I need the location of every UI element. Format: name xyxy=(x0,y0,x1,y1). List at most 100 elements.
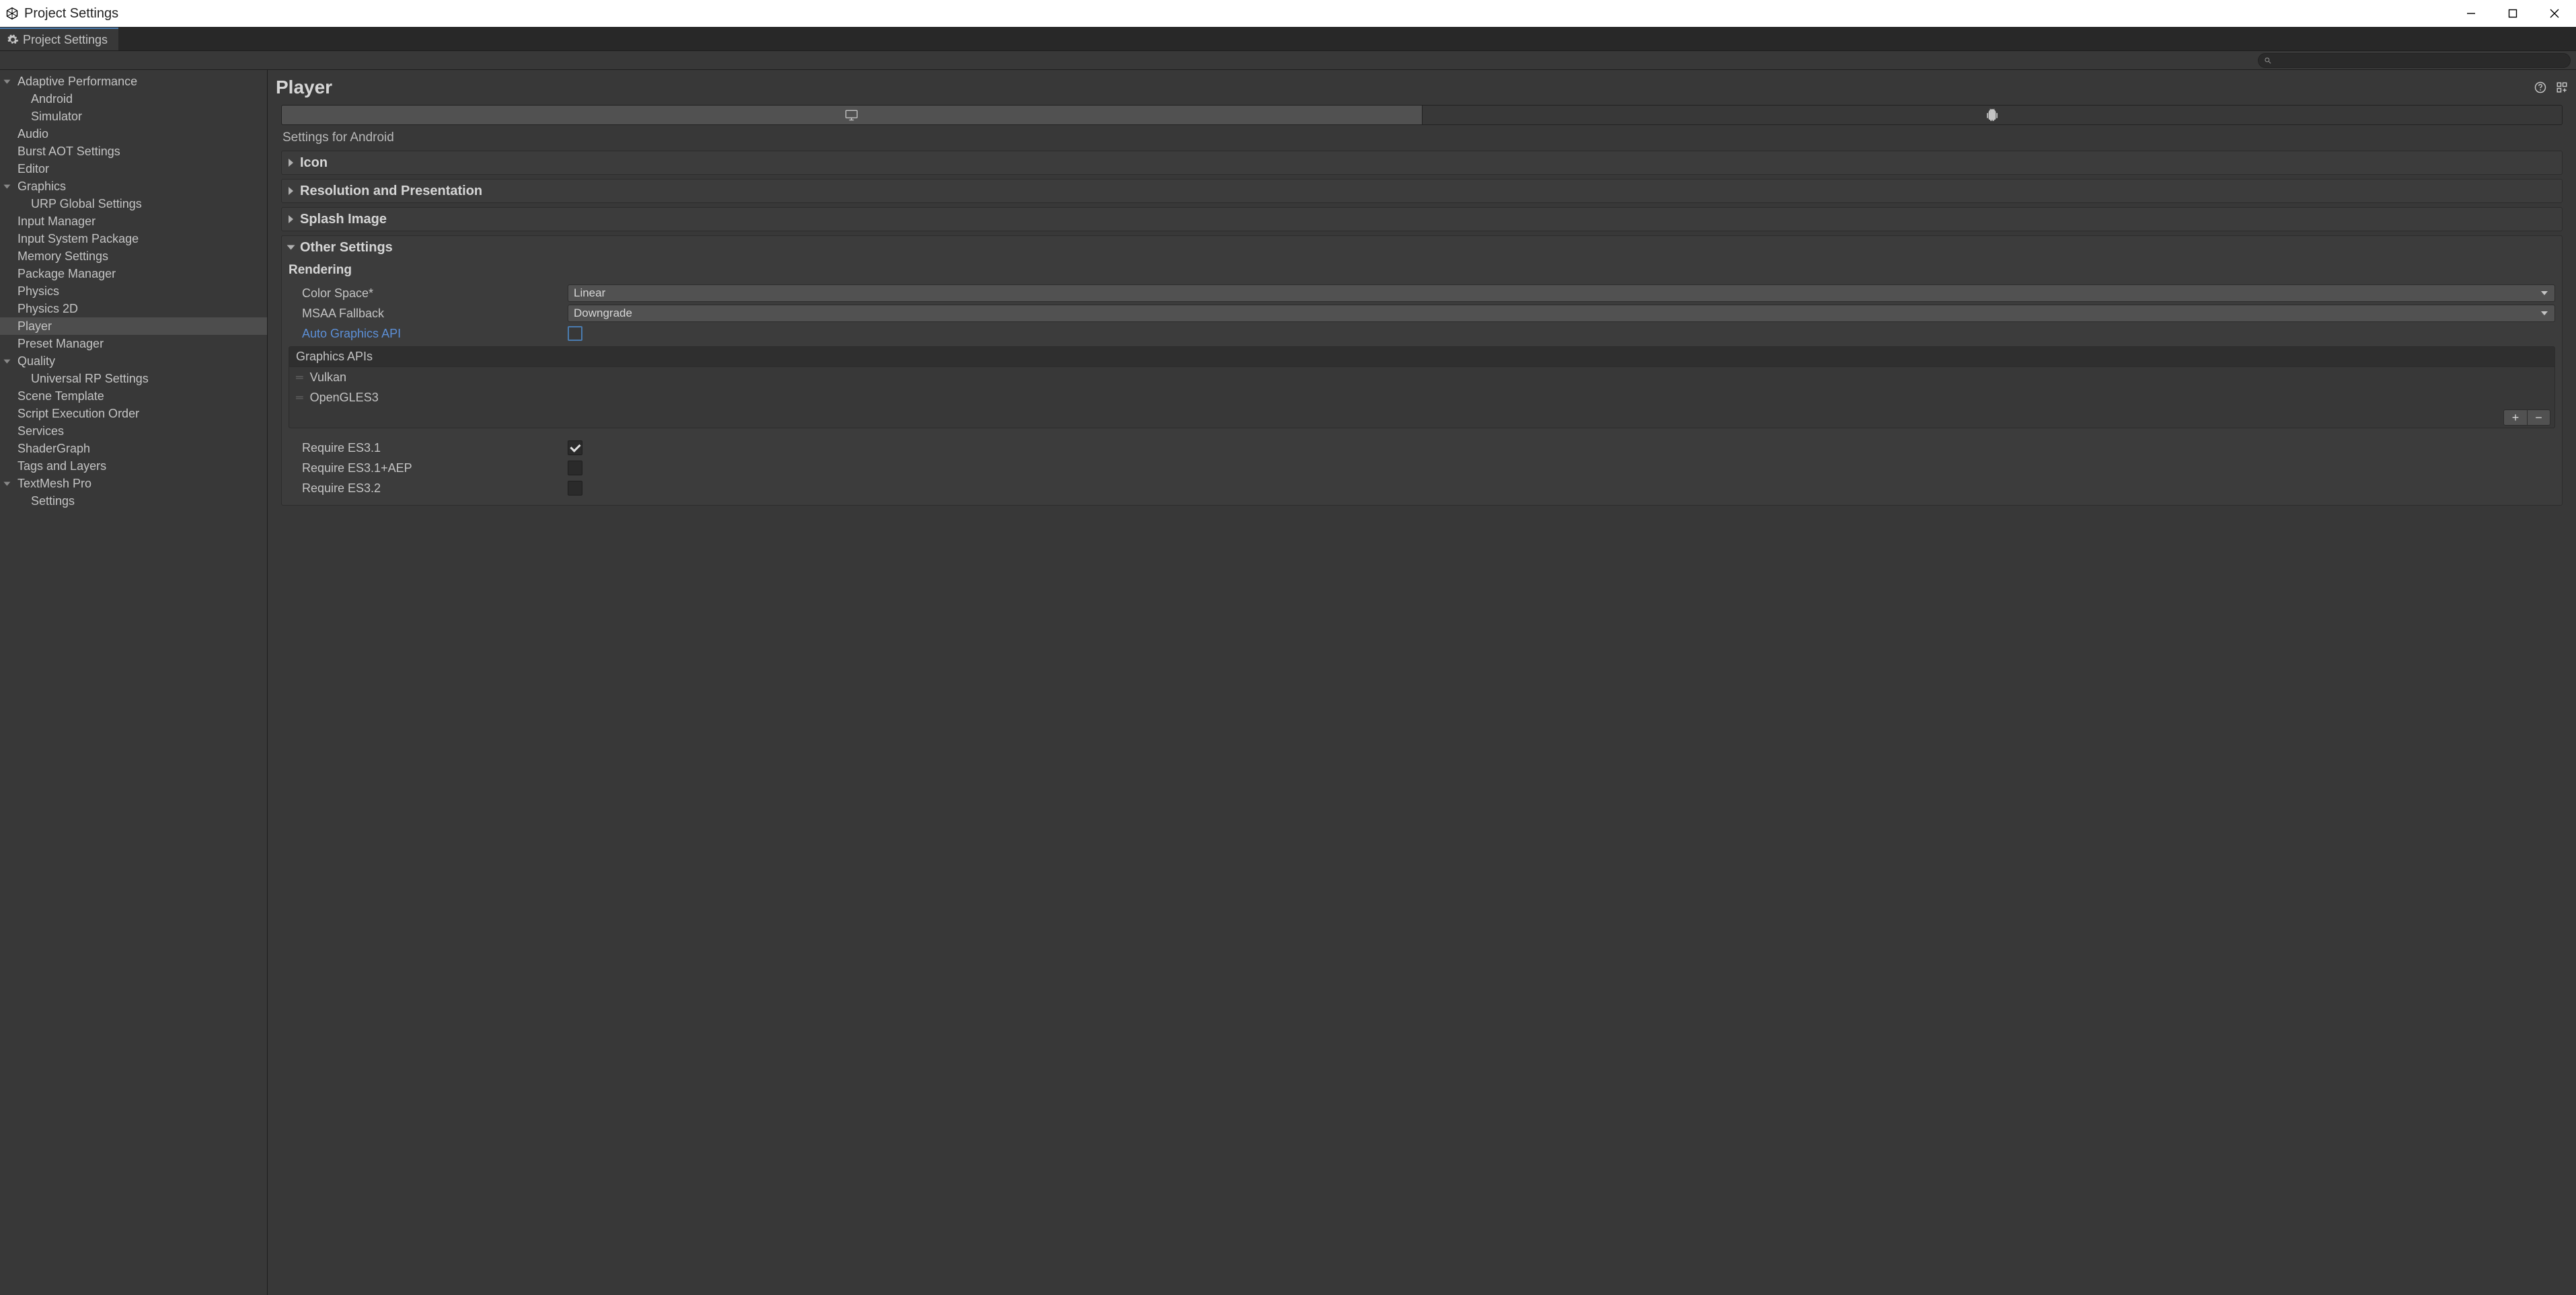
monitor-icon xyxy=(845,108,858,122)
drag-handle-icon[interactable]: ═ xyxy=(296,392,302,403)
sidebar-item-label: Adaptive Performance xyxy=(17,75,137,89)
preset-icon[interactable] xyxy=(2556,81,2568,93)
chevron-icon xyxy=(3,360,10,364)
sidebar-item-scene-template[interactable]: Scene Template xyxy=(0,387,267,405)
sidebar-item-label: Memory Settings xyxy=(17,249,108,264)
sidebar-item-android[interactable]: Android xyxy=(0,90,267,108)
dropdown-color-space[interactable]: Linear xyxy=(568,284,2555,302)
sidebar-item-label: Tags and Layers xyxy=(17,459,106,473)
sidebar-item-label: Burst AOT Settings xyxy=(17,145,120,159)
graphics-api-item[interactable]: ═ Vulkan xyxy=(289,367,2554,387)
android-icon xyxy=(1985,108,1999,122)
search-input[interactable] xyxy=(2276,55,2565,66)
window-titlebar: Project Settings xyxy=(0,0,2576,27)
sidebar-item-editor[interactable]: Editor xyxy=(0,160,267,178)
sidebar-item-package-manager[interactable]: Package Manager xyxy=(0,265,267,282)
sidebar-item-script-execution-order[interactable]: Script Execution Order xyxy=(0,405,267,422)
sidebar-item-label: Package Manager xyxy=(17,267,116,281)
sidebar-item-adaptive-performance[interactable]: Adaptive Performance xyxy=(0,73,267,90)
page-title: Player xyxy=(276,77,332,98)
checkbox-require-es31[interactable] xyxy=(568,440,582,455)
sidebar-item-urp-global-settings[interactable]: URP Global Settings xyxy=(0,195,267,212)
chevron-down-icon xyxy=(287,245,295,250)
foldout-header-icon[interactable]: Icon xyxy=(282,151,2562,174)
sidebar-item-label: Graphics xyxy=(17,180,66,194)
sidebar-item-graphics[interactable]: Graphics xyxy=(0,178,267,195)
window-title: Project Settings xyxy=(24,6,118,22)
sidebar-item-label: Universal RP Settings xyxy=(31,372,149,386)
sidebar-item-memory-settings[interactable]: Memory Settings xyxy=(0,247,267,265)
sidebar-item-universal-rp-settings[interactable]: Universal RP Settings xyxy=(0,370,267,387)
sidebar-item-player[interactable]: Player xyxy=(0,317,267,335)
checkbox-require-es32[interactable] xyxy=(568,481,582,496)
sidebar-item-label: Editor xyxy=(17,162,49,176)
sidebar-item-label: Quality xyxy=(17,354,55,368)
platform-tab-standalone[interactable] xyxy=(281,105,1423,125)
chevron-icon xyxy=(3,482,10,486)
drag-handle-icon[interactable]: ═ xyxy=(296,372,302,383)
chevron-down-icon xyxy=(2541,311,2548,315)
checkbox-require-es31aep[interactable] xyxy=(568,461,582,475)
row-msaa: MSAA Fallback Downgrade xyxy=(289,303,2555,323)
sidebar-item-label: Input System Package xyxy=(17,232,139,246)
label-require-es31: Require ES3.1 xyxy=(302,441,568,455)
foldout-header-other[interactable]: Other Settings xyxy=(282,236,2562,259)
row-color-space: Color Space* Linear xyxy=(289,283,2555,303)
sidebar-item-label: URP Global Settings xyxy=(31,197,142,211)
sidebar-item-simulator[interactable]: Simulator xyxy=(0,108,267,125)
sidebar-item-label: Physics 2D xyxy=(17,302,78,316)
row-require-es32: Require ES3.2 xyxy=(289,478,2555,498)
sidebar-item-label: Services xyxy=(17,424,64,438)
chevron-right-icon xyxy=(289,159,293,167)
help-icon[interactable] xyxy=(2534,81,2546,93)
sidebar-item-label: Simulator xyxy=(31,110,82,124)
close-button[interactable] xyxy=(2545,4,2564,23)
foldout-header-resolution[interactable]: Resolution and Presentation xyxy=(282,180,2562,202)
sidebar-item-quality[interactable]: Quality xyxy=(0,352,267,370)
dropdown-value: Linear xyxy=(574,286,605,300)
sidebar-item-physics-2d[interactable]: Physics 2D xyxy=(0,300,267,317)
sidebar-item-settings[interactable]: Settings xyxy=(0,492,267,510)
tab-label: Project Settings xyxy=(23,33,108,47)
foldout-icon: Icon xyxy=(281,151,2563,175)
chevron-icon xyxy=(3,185,10,189)
remove-api-button[interactable]: − xyxy=(2527,410,2550,425)
sidebar-item-label: Audio xyxy=(17,127,48,141)
rendering-header: Rendering xyxy=(289,263,2555,278)
sidebar-item-input-manager[interactable]: Input Manager xyxy=(0,212,267,230)
sidebar-item-burst-aot-settings[interactable]: Burst AOT Settings xyxy=(0,143,267,160)
label-require-es31aep: Require ES3.1+AEP xyxy=(302,461,568,475)
label-color-space: Color Space* xyxy=(302,286,568,301)
dropdown-msaa[interactable]: Downgrade xyxy=(568,305,2555,322)
foldout-splash: Splash Image xyxy=(281,207,2563,231)
tab-project-settings[interactable]: Project Settings xyxy=(0,28,118,50)
settings-sidebar[interactable]: Adaptive PerformanceAndroid Simulator Audi… xyxy=(0,70,268,1295)
dropdown-value: Downgrade xyxy=(574,307,632,320)
sidebar-item-label: Player xyxy=(17,319,52,333)
foldout-resolution: Resolution and Presentation xyxy=(281,179,2563,203)
sidebar-item-label: Script Execution Order xyxy=(17,407,139,421)
sidebar-item-services[interactable]: Services xyxy=(0,422,267,440)
graphics-api-label: OpenGLES3 xyxy=(310,391,379,405)
add-api-button[interactable]: + xyxy=(2504,410,2527,425)
sidebar-item-input-system-package[interactable]: Input System Package xyxy=(0,230,267,247)
checkbox-auto-graphics-api[interactable] xyxy=(568,326,582,341)
sidebar-item-textmesh-pro[interactable]: TextMesh Pro xyxy=(0,475,267,492)
sidebar-item-label: Preset Manager xyxy=(17,337,104,351)
sidebar-item-preset-manager[interactable]: Preset Manager xyxy=(0,335,267,352)
sidebar-item-audio[interactable]: Audio xyxy=(0,125,267,143)
foldout-header-splash[interactable]: Splash Image xyxy=(282,208,2562,231)
row-require-es31aep: Require ES3.1+AEP xyxy=(289,458,2555,478)
sidebar-item-shadergraph[interactable]: ShaderGraph xyxy=(0,440,267,457)
sidebar-item-tags-and-layers[interactable]: Tags and Layers xyxy=(0,457,267,475)
maximize-button[interactable] xyxy=(2503,4,2522,23)
gear-icon xyxy=(7,34,19,46)
chevron-down-icon xyxy=(2541,291,2548,295)
label-auto-graphics-api: Auto Graphics API xyxy=(302,327,568,341)
graphics-api-item[interactable]: ═ OpenGLES3 xyxy=(289,387,2554,407)
minimize-button[interactable] xyxy=(2462,4,2480,23)
sidebar-item-physics[interactable]: Physics xyxy=(0,282,267,300)
settings-content: Player Settings for Android Icon xyxy=(268,70,2576,1295)
search-field[interactable] xyxy=(2258,53,2571,68)
platform-tab-android[interactable] xyxy=(1423,105,2563,125)
